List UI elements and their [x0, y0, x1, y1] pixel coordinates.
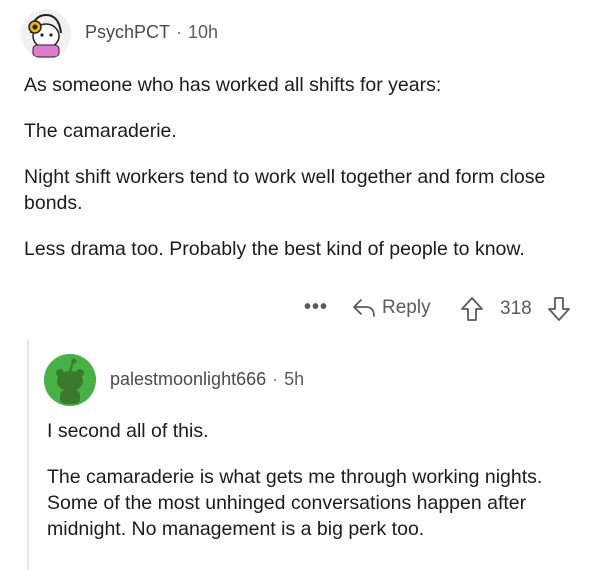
- reply-button[interactable]: Reply: [352, 297, 431, 319]
- snoo-avatar-headphones-icon: [21, 9, 71, 59]
- thread-line[interactable]: [27, 340, 29, 570]
- timestamp: 5h: [284, 369, 305, 389]
- avatar[interactable]: [44, 354, 96, 406]
- comment-paragraph: The camaraderie is what gets me through …: [47, 466, 543, 540]
- vote-score: 318: [500, 298, 532, 319]
- more-options-icon[interactable]: •••: [304, 296, 328, 319]
- username[interactable]: PsychPCT: [85, 22, 170, 42]
- username[interactable]: palestmoonlight666: [110, 369, 266, 389]
- snoo-avatar-green-icon: [44, 354, 96, 406]
- reply-arrow-icon: [353, 299, 375, 317]
- comment-paragraph: The camaraderie.: [24, 120, 177, 142]
- comment-body: I second all of this. The camaraderie is…: [47, 418, 577, 562]
- comment-body: As someone who has worked all shifts for…: [24, 72, 574, 282]
- comment-meta: palestmoonlight666 · 5h: [110, 369, 304, 390]
- avatar[interactable]: [21, 9, 71, 59]
- comment-paragraph: Night shift workers tend to work well to…: [24, 166, 546, 214]
- reply-label: Reply: [382, 297, 431, 318]
- separator-dot: ·: [272, 369, 279, 389]
- comment-paragraph: Less drama too. Probably the best kind o…: [24, 238, 525, 260]
- timestamp: 10h: [188, 22, 219, 42]
- separator-dot: ·: [176, 22, 183, 42]
- comment-actions: ••• Reply 318: [0, 296, 599, 324]
- downvote-arrow-icon[interactable]: [547, 296, 571, 322]
- comment-meta: PsychPCT · 10h: [85, 22, 218, 43]
- comment-paragraph: As someone who has worked all shifts for…: [24, 74, 442, 96]
- upvote-arrow-icon[interactable]: [460, 296, 484, 322]
- comment-paragraph: I second all of this.: [47, 420, 209, 442]
